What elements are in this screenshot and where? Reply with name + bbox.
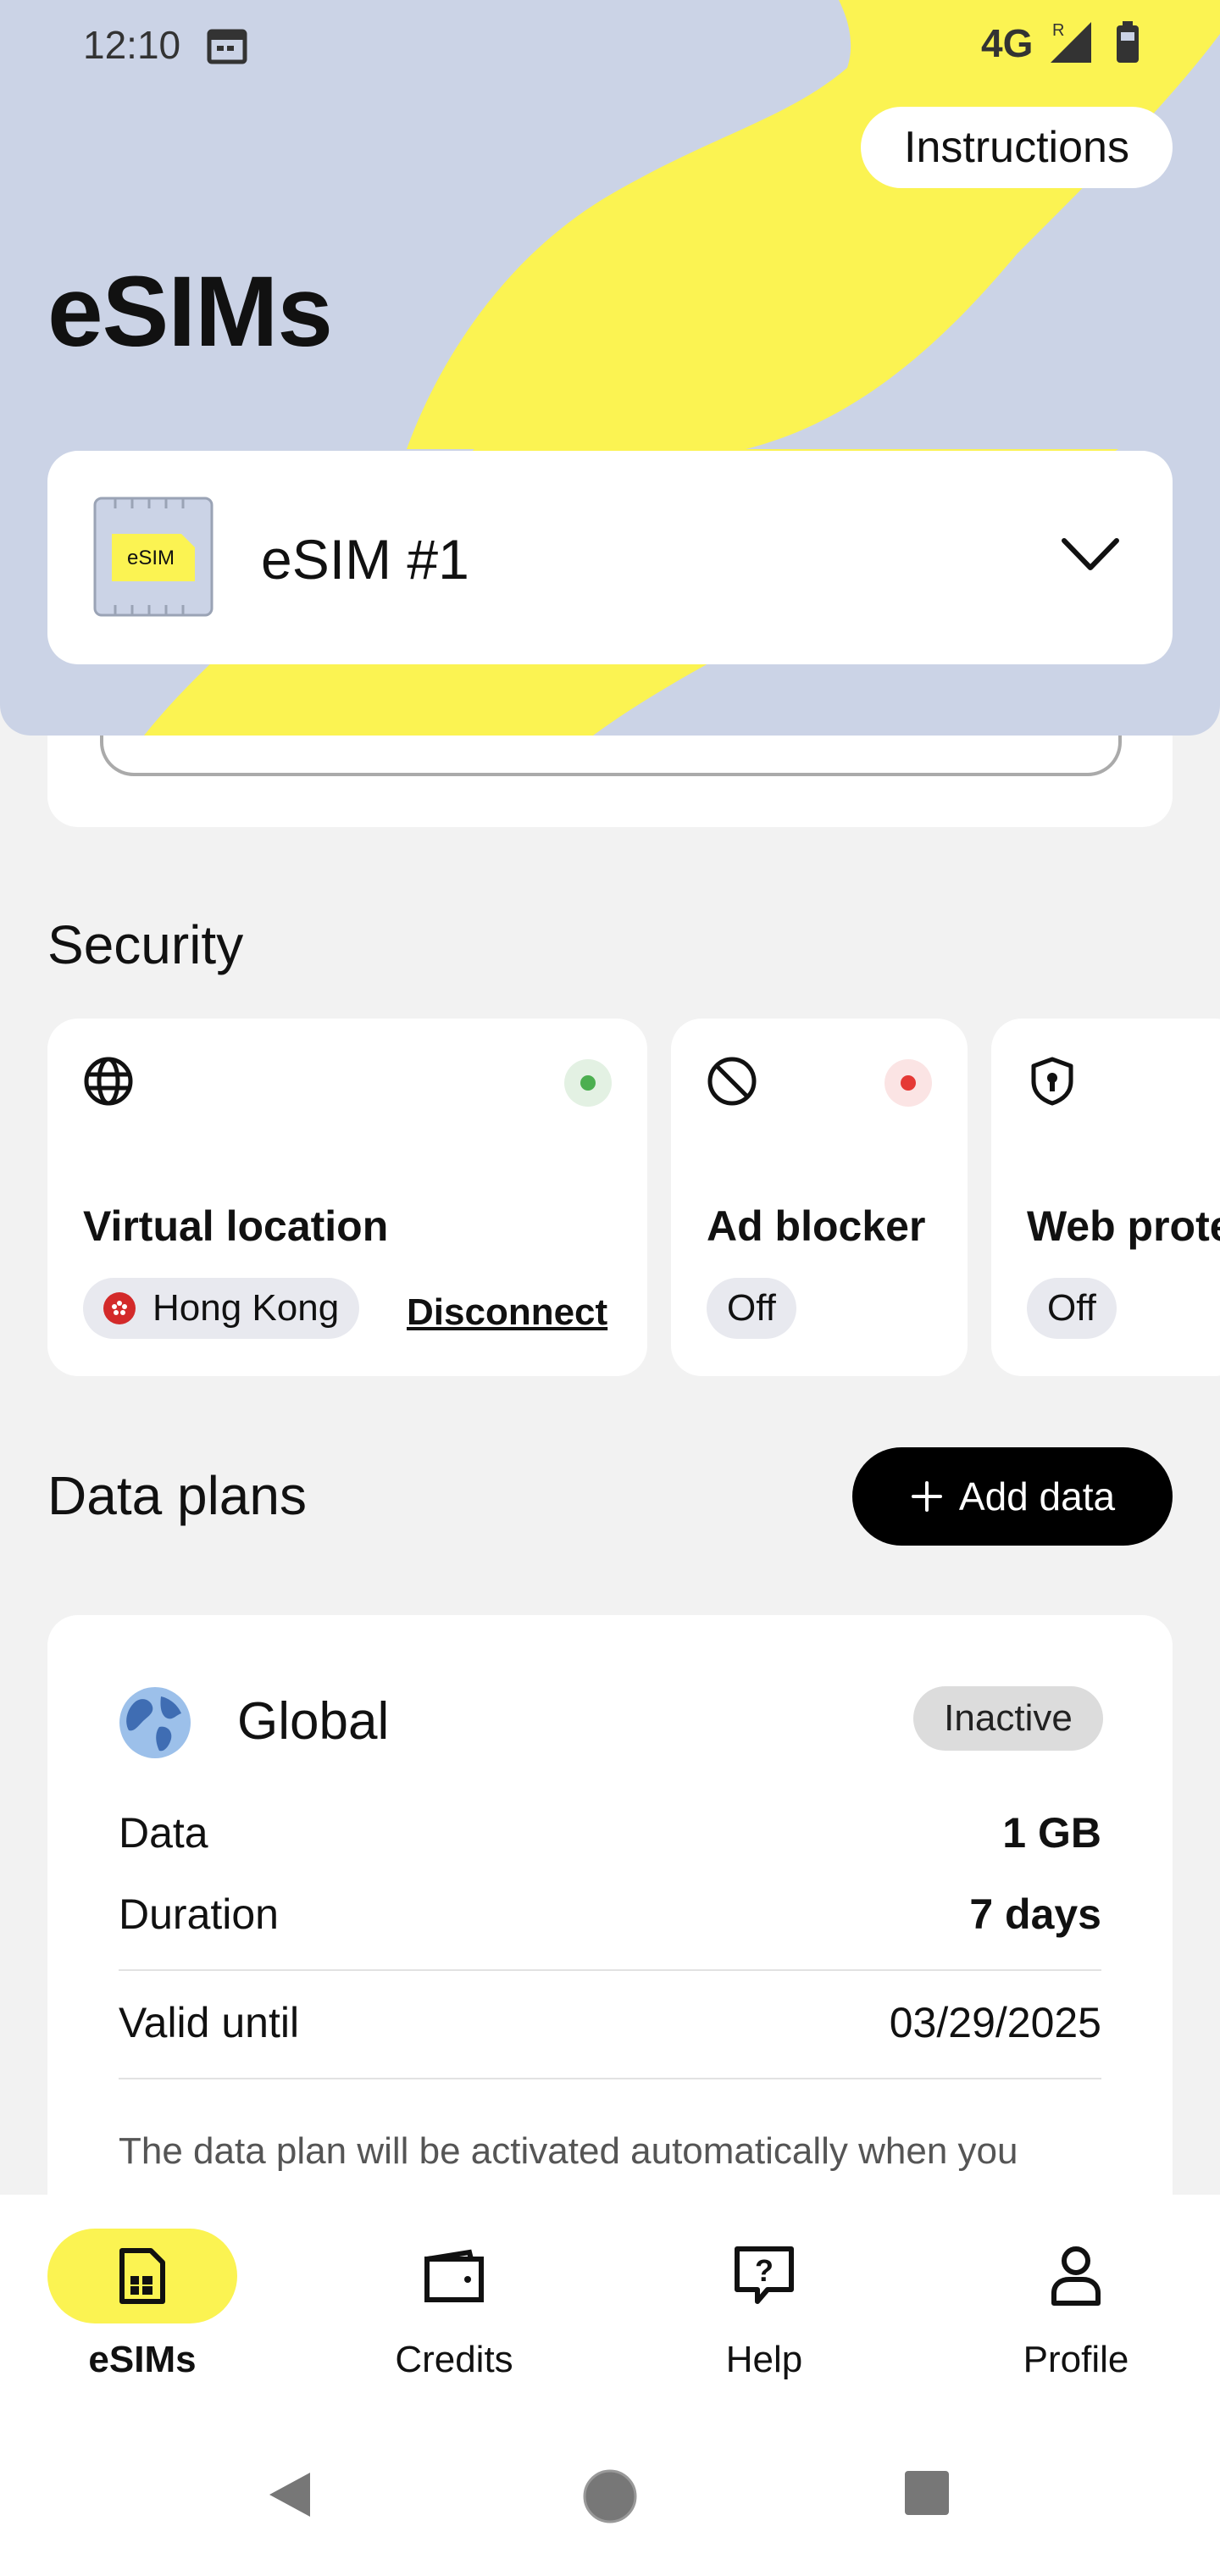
web-protection-label: Web protection [1027,1202,1220,1250]
svg-text:?: ? [755,2253,774,2288]
plan-status-badge: Inactive [913,1686,1103,1751]
bottom-navigation: eSIMs Credits ? Help Profile [0,2195,1220,2415]
system-navigation-bar [0,2415,1220,2576]
plan-row-data: Data 1 GB [119,1808,1101,1857]
instructions-button[interactable]: Instructions [861,107,1173,188]
nav-label-esims: eSIMs [88,2339,197,2380]
status-dot-active [564,1059,612,1107]
nav-label-profile: Profile [1023,2339,1129,2380]
data-plan-card[interactable]: Global Inactive Data 1 GB Duration 7 day… [47,1615,1173,2259]
web-protection-status-chip: Off [1027,1278,1117,1339]
status-time: 12:10 [83,23,181,67]
ad-blocker-label: Ad blocker [707,1202,926,1250]
globe-icon [84,1057,133,1106]
wallet-icon [424,2249,484,2302]
sim-card-nav-icon [119,2248,165,2304]
row-label: Data [119,1809,208,1857]
profile-person-icon [1051,2246,1101,2306]
data-plans-title: Data plans [47,1465,307,1526]
status-dot-inactive [884,1059,932,1107]
row-value: 03/29/2025 [889,1999,1101,2046]
hong-kong-flag-icon [103,1292,136,1324]
nav-item-help[interactable]: ? Help [654,2229,874,2381]
plan-row-valid-until: Valid until 03/29/2025 [119,1998,1101,2047]
sim-card-icon: eSIM [93,497,214,617]
plus-icon [911,1481,942,1512]
row-label: Duration [119,1890,279,1938]
nav-item-credits[interactable]: Credits [344,2229,564,2381]
shield-icon [1031,1057,1073,1106]
virtual-location-card[interactable]: Virtual location Hong Kong Disconnect [47,1019,647,1376]
divider [119,1969,1101,1971]
security-title: Security [47,914,244,975]
chevron-down-icon[interactable] [1061,536,1120,573]
ad-blocker-status-chip: Off [707,1278,796,1339]
calendar-icon [207,29,247,64]
row-label: Valid until [119,1999,300,2046]
location-name: Hong Kong [152,1287,340,1329]
plan-row-duration: Duration 7 days [119,1890,1101,1939]
back-icon[interactable] [266,2469,313,2520]
status-bar: 12:10 4G R [0,0,1220,85]
esim-selector[interactable]: eSIM eSIM #1 [47,451,1173,664]
esim-name: eSIM #1 [261,528,469,591]
location-chip: Hong Kong [83,1278,360,1339]
nav-label-credits: Credits [395,2339,513,2380]
add-data-label: Add data [958,1474,1116,1518]
nav-label-help: Help [725,2339,803,2380]
divider [119,2078,1101,2079]
roaming-indicator: R [1052,21,1064,40]
virtual-location-label: Virtual location [83,1202,389,1250]
home-icon[interactable] [583,2469,637,2523]
ad-blocker-card[interactable]: Ad blocker Off [671,1019,968,1376]
nav-pill: ? [669,2229,859,2323]
nav-pill-active [47,2229,237,2323]
row-value: 1 GB [1002,1809,1101,1857]
plan-activation-note: The data plan will be activated automati… [119,2130,1018,2172]
add-data-button[interactable]: Add data [852,1447,1173,1546]
nav-pill [981,2229,1171,2323]
sim-chip-label: eSIM [127,547,175,569]
plan-name: Global [237,1692,390,1751]
block-icon [707,1057,757,1106]
web-protection-card[interactable]: Web protection Off [991,1019,1220,1376]
recents-icon[interactable] [903,2469,951,2517]
help-question-icon: ? [735,2246,794,2304]
page-title: eSIMs [47,256,333,368]
signal-battery-icon: R [1051,21,1139,63]
row-value: 7 days [969,1890,1101,1938]
nav-item-esims[interactable]: eSIMs [32,2229,252,2381]
earth-globe-icon [119,1687,191,1758]
nav-item-profile[interactable]: Profile [966,2229,1186,2381]
disconnect-link[interactable]: Disconnect [407,1291,607,1334]
nav-pill [359,2229,549,2323]
network-type: 4G [981,21,1034,65]
